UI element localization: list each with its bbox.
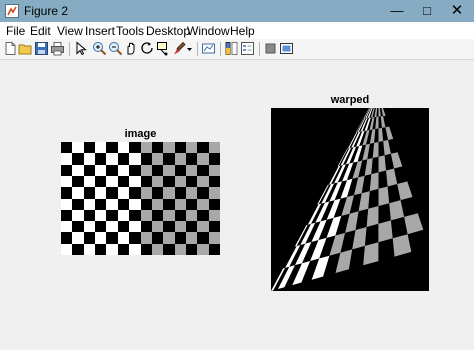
zoom-out-icon[interactable] [108, 41, 123, 56]
hide-plot-tools-icon[interactable] [263, 41, 278, 56]
toolbar-separator [220, 42, 221, 56]
menu-bar: File Edit View Insert Tools Desktop Wind… [0, 22, 474, 39]
image-axes-title: image [124, 128, 157, 140]
print-icon[interactable] [50, 41, 65, 56]
matlab-figure-icon [5, 4, 19, 18]
menu-view[interactable]: View [57, 24, 83, 38]
pan-icon[interactable] [124, 41, 139, 56]
warped-checkerboard-image[interactable] [271, 108, 429, 291]
menu-desktop[interactable]: Desktop [146, 24, 190, 38]
minimize-icon[interactable]: — [382, 0, 412, 22]
brush-icon[interactable] [172, 41, 187, 56]
new-figure-icon[interactable] [3, 41, 18, 56]
figure-toolbar [0, 39, 474, 60]
menu-insert[interactable]: Insert [85, 24, 115, 38]
show-plot-tools-icon[interactable] [279, 41, 294, 56]
toolbar-separator [259, 42, 260, 56]
menu-window[interactable]: Window [187, 24, 230, 38]
open-icon[interactable] [18, 41, 33, 56]
zoom-in-icon[interactable] [92, 41, 107, 56]
maximize-icon[interactable]: □ [412, 0, 442, 22]
warped-axes-title: warped [330, 94, 370, 106]
checkerboard-image[interactable] [61, 142, 220, 255]
pointer-icon[interactable] [73, 41, 88, 56]
toolbar-separator [69, 42, 70, 56]
rotate-icon[interactable] [140, 41, 155, 56]
window-title: Figure 2 [24, 4, 69, 18]
toolbar-separator [197, 42, 198, 56]
save-icon[interactable] [34, 41, 49, 56]
legend-icon[interactable] [240, 41, 255, 56]
menu-tools[interactable]: Tools [116, 24, 144, 38]
link-plot-icon[interactable] [201, 41, 216, 56]
menu-edit[interactable]: Edit [30, 24, 51, 38]
brush-dropdown-icon[interactable] [186, 41, 193, 56]
data-cursor-icon[interactable] [156, 41, 171, 56]
menu-help[interactable]: Help [230, 24, 255, 38]
menu-file[interactable]: File [6, 24, 25, 38]
close-icon[interactable]: ✕ [442, 0, 472, 22]
title-bar[interactable]: Figure 2 — □ ✕ [0, 0, 474, 22]
colorbar-icon[interactable] [224, 41, 239, 56]
